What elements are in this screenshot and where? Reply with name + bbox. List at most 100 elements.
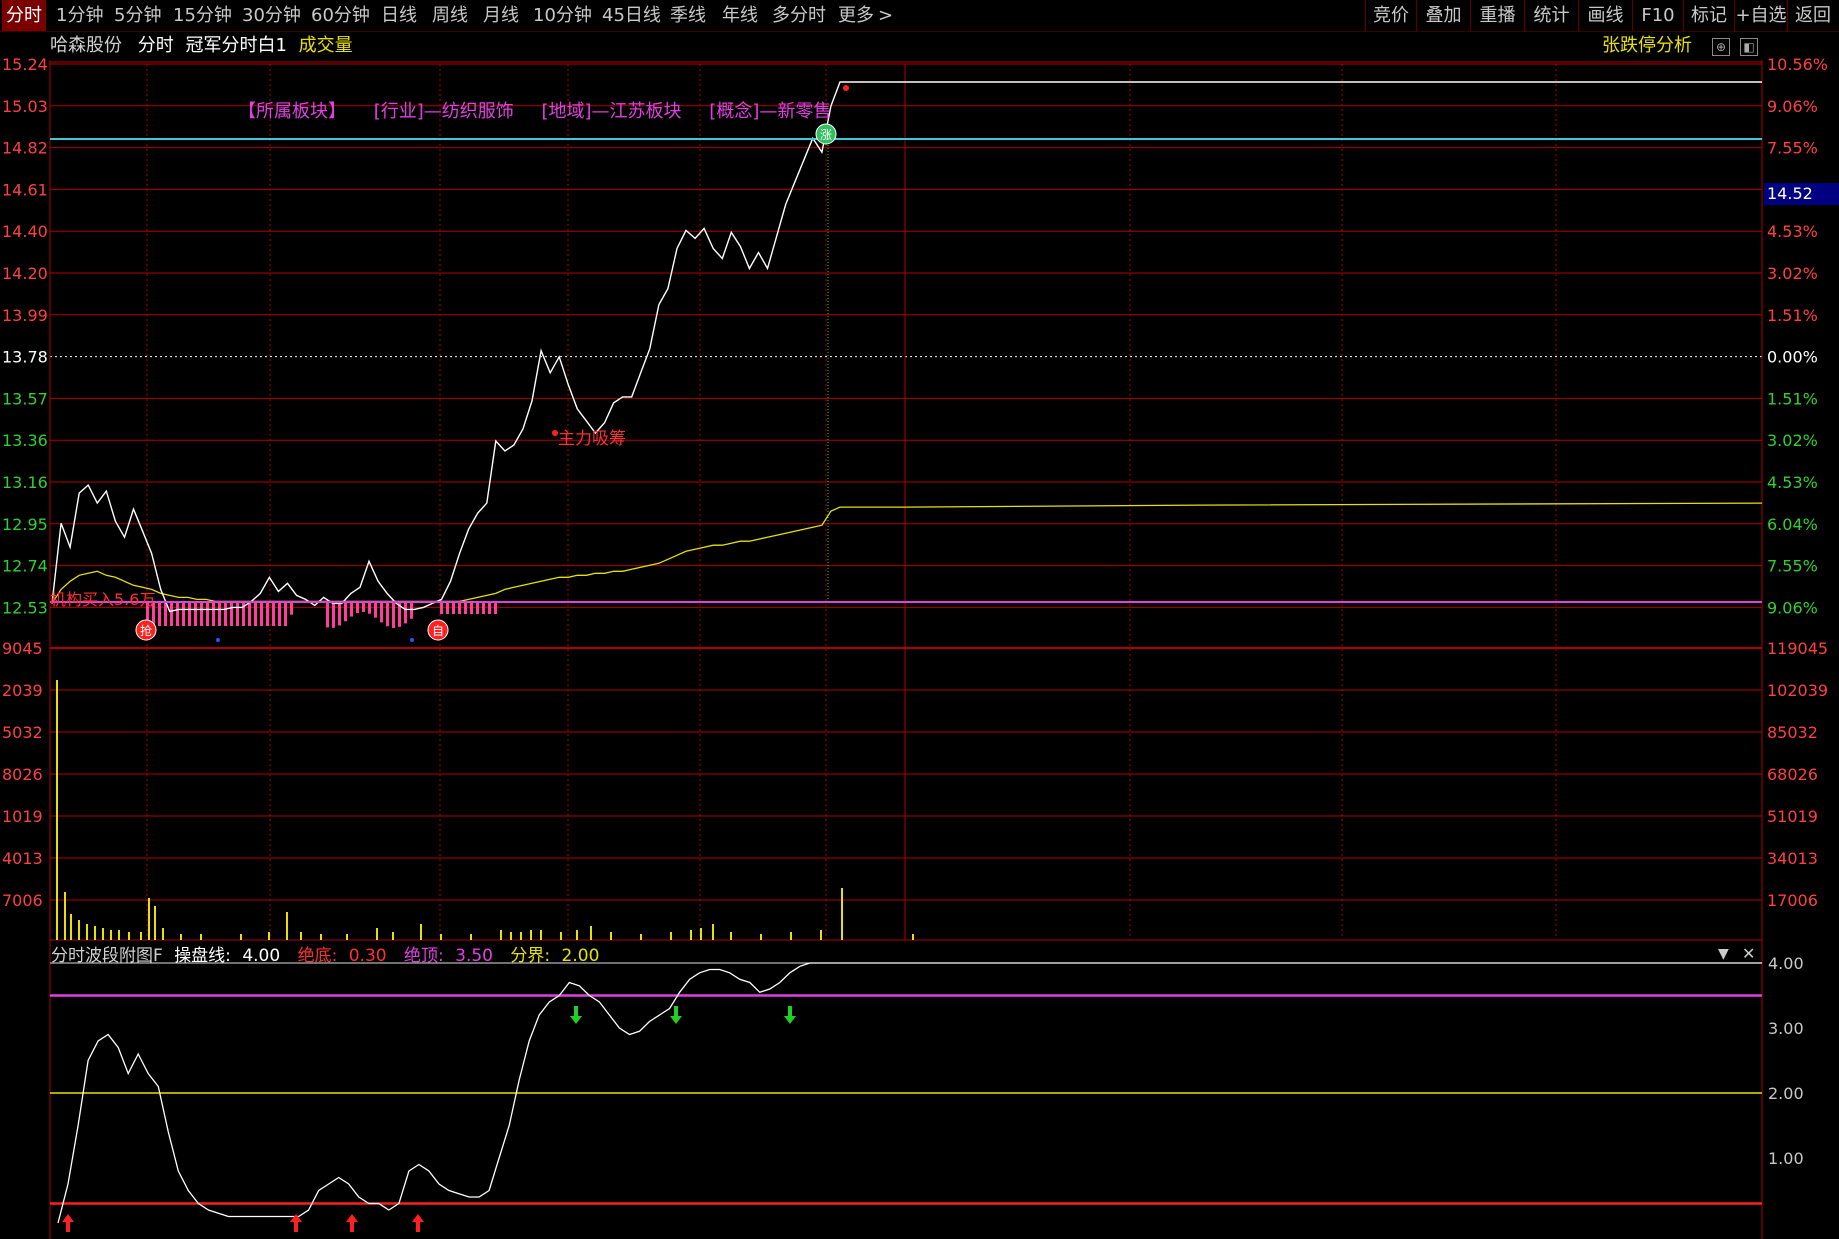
pink-signal-bar (488, 602, 491, 614)
pct-tick-right: 6.04% (1767, 515, 1818, 534)
signal-badge-text: 抢 (140, 623, 152, 638)
pink-signal-bar (482, 602, 485, 614)
indicator-lines: 4.00 3.00 2.00 1.00 (50, 954, 1804, 1224)
pink-signal-bar (206, 602, 209, 626)
price-tick-left: 14.40 (2, 222, 48, 241)
volume-bar (670, 932, 672, 940)
pink-signal-bar (386, 602, 389, 627)
volume-bar (200, 934, 202, 940)
pink-signal-bar (224, 602, 227, 626)
chart-marks: 抢 自 涨 (62, 85, 849, 1232)
pct-tick-right: 3.02% (1767, 264, 1818, 283)
pink-signal-bar (236, 602, 239, 626)
sector-tag-region[interactable]: [地域]—江苏板块 (542, 101, 682, 122)
indicator-tick: 3.00 (1768, 1019, 1804, 1038)
price-tick-left: 13.16 (2, 473, 48, 492)
volume-bar (820, 930, 822, 940)
pink-signal-bar (272, 602, 275, 626)
volume-tick-left: 1019 (2, 807, 43, 826)
average-price-line (51, 502, 1763, 604)
pct-tick-right: 9.06% (1767, 97, 1818, 116)
volume-bar (70, 914, 72, 940)
indicator-tick: 1.00 (1768, 1149, 1804, 1168)
volume-tick-right: 102039 (1767, 681, 1828, 700)
signal-badge-text: 涨 (820, 127, 832, 142)
volume-bar (420, 924, 422, 940)
sector-tag-industry[interactable]: [行业]—纺织服饰 (374, 101, 514, 122)
pink-signal-bar (266, 602, 269, 626)
chart-canvas: 15.24 10.56% 15.03 9.06% 14.82 7.55% 14.61 6.04… (2, 55, 1828, 1239)
price-lines (50, 81, 1763, 613)
sector-tag-concept[interactable]: [概念]—新零售 (709, 101, 831, 122)
buy-arrow-icon (412, 1214, 424, 1232)
volume-bar (64, 892, 66, 940)
buy-arrow-icon (62, 1214, 74, 1232)
sell-arrow-icon (670, 1006, 682, 1024)
pct-tick-right: 0.00% (1767, 348, 1818, 367)
volume-bar (320, 934, 322, 940)
sector-tags: 【所属板块】 [行业]—纺织服饰 [地域]—江苏板块 [概念]—新零售 (238, 97, 831, 123)
pink-signal-bar (458, 602, 461, 614)
pct-tick-right: 1.51% (1767, 306, 1818, 325)
signal-badge-text: 自 (432, 624, 444, 638)
volume-bar (790, 932, 792, 940)
pink-signal-bar (338, 602, 341, 626)
volume-bar (86, 924, 88, 940)
volume-bar (912, 934, 914, 940)
price-dot (843, 85, 849, 91)
price-tick-left: 13.57 (2, 389, 48, 408)
signal-dot (216, 638, 220, 642)
volume-bar (102, 928, 104, 940)
pink-signal-bar (260, 602, 263, 626)
pct-tick-right: 1.51% (1767, 389, 1818, 408)
volume-bar (268, 932, 270, 940)
volume-bar (841, 888, 843, 940)
pct-tick-right: 3.02% (1767, 431, 1818, 450)
sector-tag-header: 【所属板块】 (238, 101, 346, 122)
volume-bar (540, 930, 542, 940)
pink-signal-bar (176, 602, 179, 626)
volume-bar (530, 930, 532, 940)
volume-bar (162, 928, 164, 940)
volume-tick-right: 85032 (1767, 723, 1818, 742)
pink-signal-bar (188, 602, 191, 626)
volume-bar (470, 934, 472, 940)
current-price-tag: 14.52 (1764, 183, 1839, 205)
pink-signal-bar (368, 602, 371, 614)
institution-buy-label: 机构买入5.6万 (50, 590, 156, 609)
pink-signal-bar (290, 602, 293, 615)
volume-bar (700, 928, 702, 940)
volume-bar (510, 932, 512, 940)
volume-tick-left: 2039 (2, 681, 43, 700)
pink-signal-bar (326, 602, 329, 628)
volume-bar (110, 930, 112, 940)
signal-dot (410, 638, 414, 642)
pink-signal-bar (164, 602, 167, 626)
volume-bar (154, 906, 156, 940)
pink-signal-bar (446, 602, 449, 614)
pink-signal-bar (254, 602, 257, 626)
pct-tick-right: 4.53% (1767, 473, 1818, 492)
volume-bar (240, 934, 242, 940)
price-line (51, 81, 1762, 613)
price-tick-left: 12.53 (2, 598, 48, 617)
volume-bar (712, 924, 714, 940)
volume-bar (440, 934, 442, 940)
sell-arrow-icon (570, 1006, 582, 1024)
volume-bar (118, 930, 120, 940)
pink-signal-bar (464, 602, 467, 614)
volume-bar (78, 920, 80, 940)
pink-signal-bar (284, 602, 287, 626)
volume-bar (610, 932, 612, 940)
pink-signal-bar (248, 602, 251, 626)
pct-tick-right: 4.53% (1767, 222, 1818, 241)
pct-tick-right: 10.56% (1767, 55, 1828, 74)
pink-signal-bar (350, 602, 353, 617)
volume-bar (520, 932, 522, 940)
pink-signal-bar (380, 602, 383, 623)
volume-bar (392, 932, 394, 940)
pink-signal-bar (374, 602, 377, 618)
price-tick-left: 14.61 (2, 180, 48, 199)
volume-tick-left: 9045 (2, 639, 43, 658)
volume-tick-right: 119045 (1767, 639, 1828, 658)
